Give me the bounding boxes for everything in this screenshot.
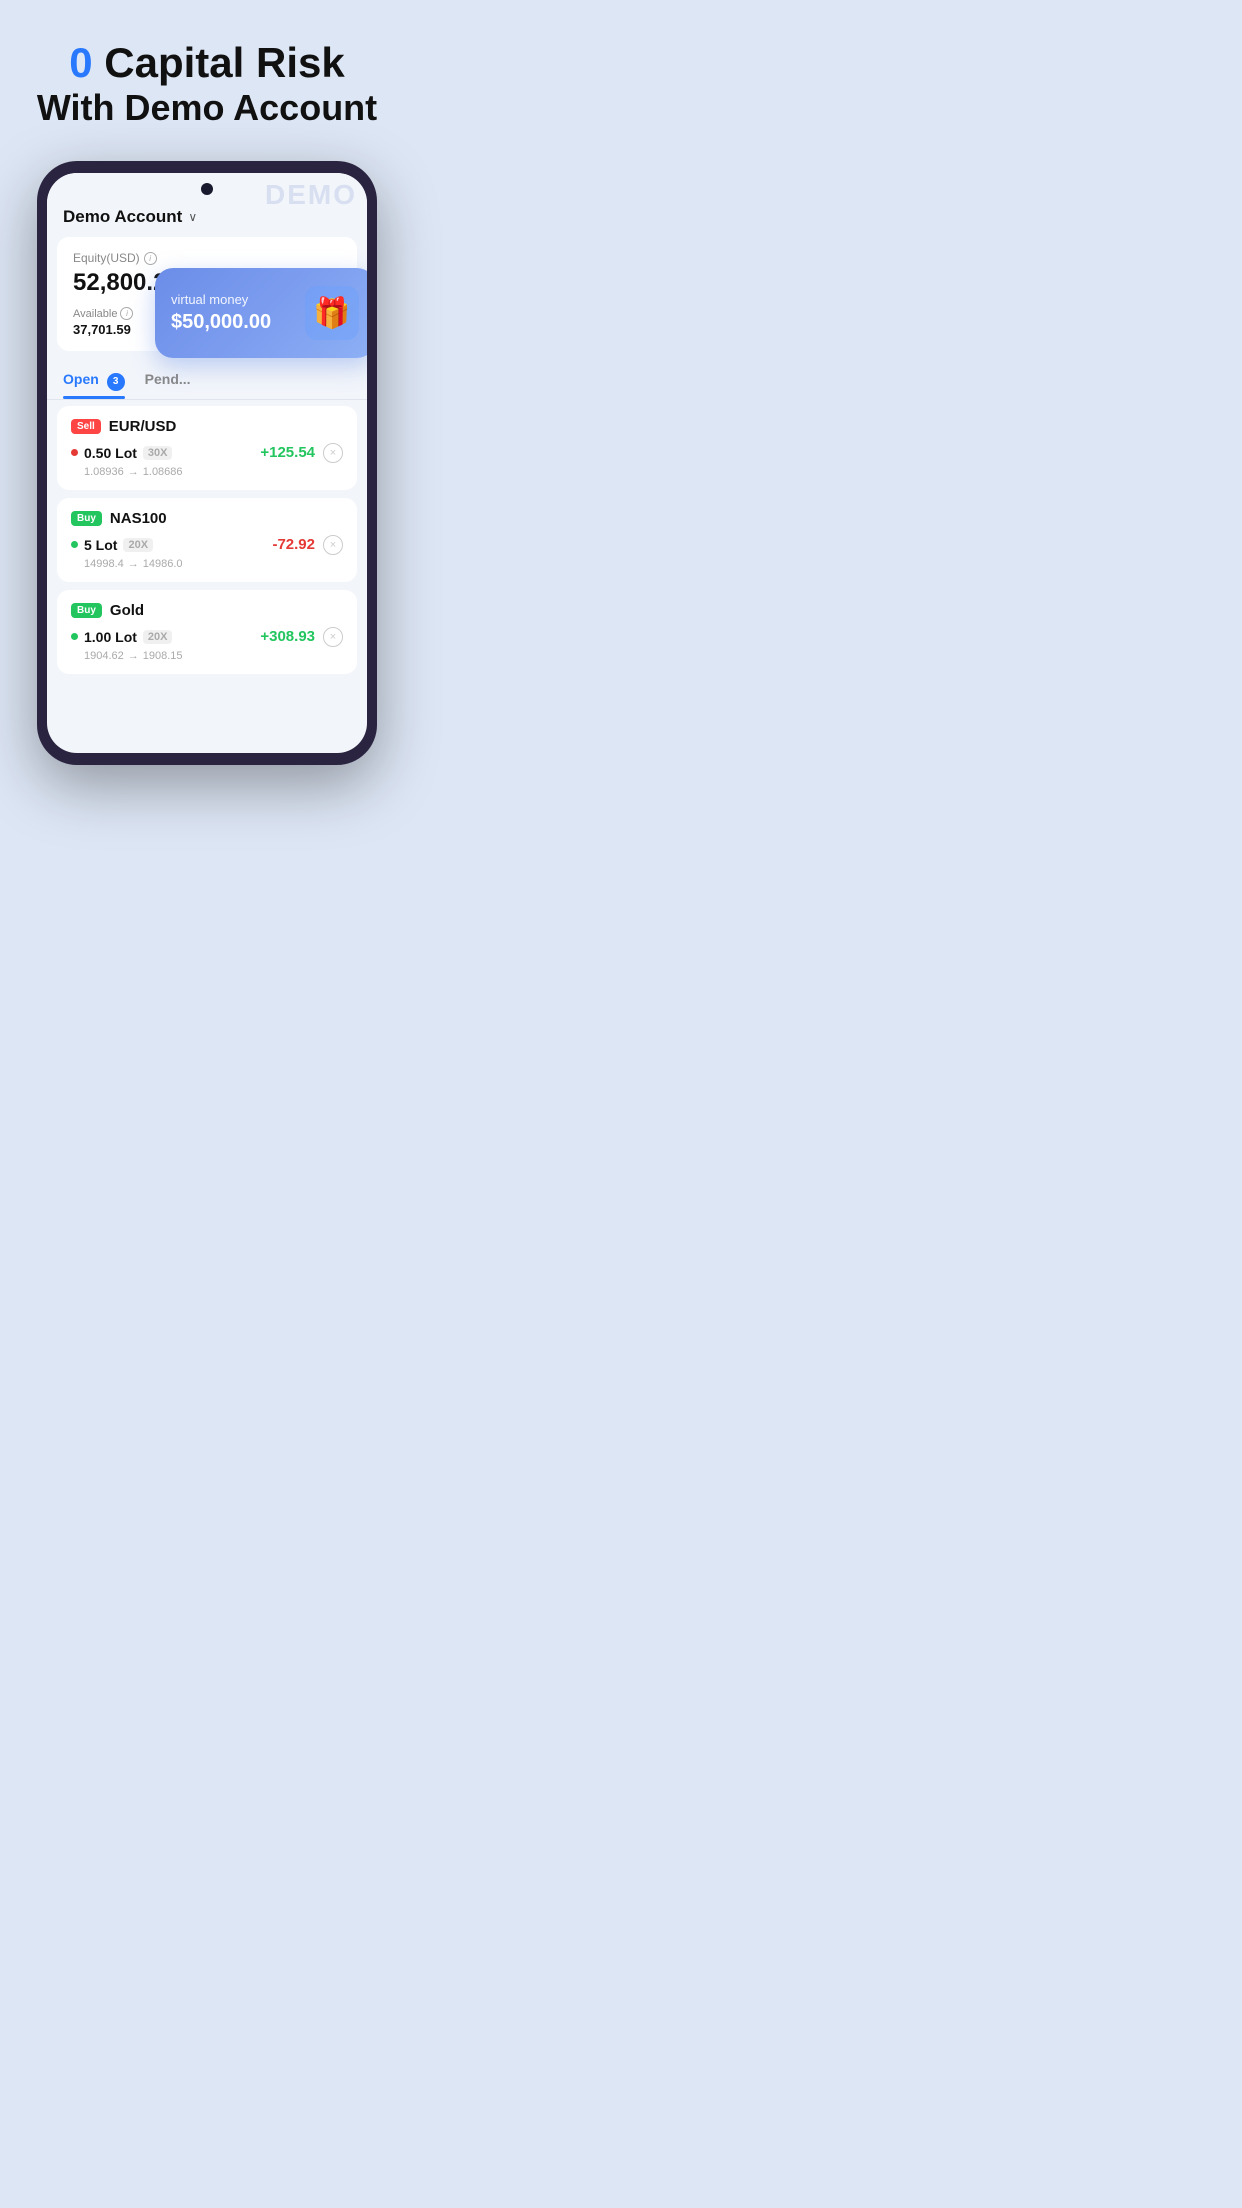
trade-header-nas100: Buy NAS100 — [71, 510, 343, 527]
pnl-nas100: -72.92 — [272, 536, 315, 553]
virtual-amount: $50,000.00 — [171, 311, 293, 334]
camera-dot — [201, 183, 213, 195]
equity-label-text: Equity(USD) — [73, 251, 140, 265]
trade-detail-eurusd: 0.50 Lot 30X +125.54 × — [71, 443, 343, 463]
available-label: Available i — [73, 307, 133, 320]
trade-header-eurusd: Sell EUR/USD — [71, 418, 343, 435]
price-row-nas100: 14998.4 → 14986.0 — [71, 558, 343, 570]
lot-size-gold: 1.00 Lot — [84, 629, 137, 645]
price-to-gold: 1908.15 — [143, 650, 183, 662]
status-bar — [47, 173, 367, 199]
hero-line2: With Demo Account — [37, 86, 377, 129]
tab-open-badge: 3 — [107, 373, 125, 391]
close-button-eurusd[interactable]: × — [323, 443, 343, 463]
trade-card-nas100: Buy NAS100 5 Lot 20X -72.92 × 14998.4 — [57, 498, 357, 582]
trade-detail-gold: 1.00 Lot 20X +308.93 × — [71, 627, 343, 647]
badge-sell-eurusd: Sell — [71, 419, 101, 434]
badge-buy-gold: Buy — [71, 603, 102, 618]
price-from-gold: 1904.62 — [84, 650, 124, 662]
lot-size-eurusd: 0.50 Lot — [84, 445, 137, 461]
arrow-icon-gold: → — [128, 650, 139, 662]
price-row-eurusd: 1.08936 → 1.08686 — [71, 466, 343, 478]
account-selector[interactable]: Demo Account ∨ — [63, 207, 197, 227]
phone-shell: Demo Account ∨ DEMO Equity(USD) i 52,800… — [37, 161, 377, 765]
available-value: 37,701.59 — [73, 322, 133, 337]
arrow-icon-eurusd: → — [128, 466, 139, 478]
leverage-gold: 20X — [143, 630, 173, 644]
hero-line1-suffix: Capital Risk — [93, 39, 345, 86]
trade-pair-eurusd: EUR/USD — [109, 418, 177, 435]
trade-pair-nas100: NAS100 — [110, 510, 167, 527]
hero-line1: 0 Capital Risk — [37, 40, 377, 86]
pnl-eurusd: +125.54 — [260, 444, 315, 461]
trade-cards-list: Sell EUR/USD 0.50 Lot 30X +125.54 × 1.0 — [47, 406, 367, 674]
tab-open-label: Open — [63, 371, 99, 387]
hero-zero: 0 — [69, 39, 92, 86]
trade-left-nas100: 5 Lot 20X — [71, 537, 153, 553]
bullet-eurusd — [71, 449, 78, 456]
trade-left-gold: 1.00 Lot 20X — [71, 629, 172, 645]
trade-card-eurusd: Sell EUR/USD 0.50 Lot 30X +125.54 × 1.0 — [57, 406, 357, 490]
tabs-divider — [47, 399, 367, 400]
phone-screen: Demo Account ∨ DEMO Equity(USD) i 52,800… — [47, 173, 367, 753]
price-from-nas100: 14998.4 — [84, 558, 124, 570]
virtual-card-text: virtual money $50,000.00 — [171, 292, 293, 334]
tab-open[interactable]: Open 3 — [63, 365, 125, 397]
trade-header-gold: Buy Gold — [71, 602, 343, 619]
equity-label: Equity(USD) i — [73, 251, 341, 265]
bullet-gold — [71, 633, 78, 640]
badge-buy-nas100: Buy — [71, 511, 102, 526]
gift-icon: 🎁 — [305, 286, 359, 340]
account-name: Demo Account — [63, 207, 182, 227]
trade-left-eurusd: 0.50 Lot 30X — [71, 445, 172, 461]
tab-pending-label: Pend... — [145, 371, 191, 387]
leverage-nas100: 20X — [123, 538, 153, 552]
price-to-nas100: 14986.0 — [143, 558, 183, 570]
available-info-icon[interactable]: i — [120, 307, 133, 320]
close-button-nas100[interactable]: × — [323, 535, 343, 555]
virtual-label: virtual money — [171, 292, 293, 307]
lot-size-nas100: 5 Lot — [84, 537, 117, 553]
leverage-eurusd: 30X — [143, 446, 173, 460]
price-row-gold: 1904.62 → 1908.15 — [71, 650, 343, 662]
price-from-eurusd: 1.08936 — [84, 466, 124, 478]
tab-pending[interactable]: Pend... — [145, 365, 191, 397]
equity-info-icon[interactable]: i — [144, 252, 157, 265]
arrow-icon-nas100: → — [128, 558, 139, 570]
trade-detail-nas100: 5 Lot 20X -72.92 × — [71, 535, 343, 555]
virtual-money-card: virtual money $50,000.00 🎁 — [155, 268, 367, 358]
pnl-gold: +308.93 — [260, 628, 315, 645]
chevron-down-icon: ∨ — [188, 210, 197, 224]
hero-section: 0 Capital Risk With Demo Account — [37, 40, 377, 129]
app-header: Demo Account ∨ DEMO — [47, 199, 367, 231]
trade-card-gold: Buy Gold 1.00 Lot 20X +308.93 × 1904.62 — [57, 590, 357, 674]
available-item: Available i 37,701.59 — [73, 307, 133, 337]
bullet-nas100 — [71, 541, 78, 548]
tabs-row: Open 3 Pend... — [47, 357, 367, 397]
trade-pair-gold: Gold — [110, 602, 144, 619]
price-to-eurusd: 1.08686 — [143, 466, 183, 478]
close-button-gold[interactable]: × — [323, 627, 343, 647]
